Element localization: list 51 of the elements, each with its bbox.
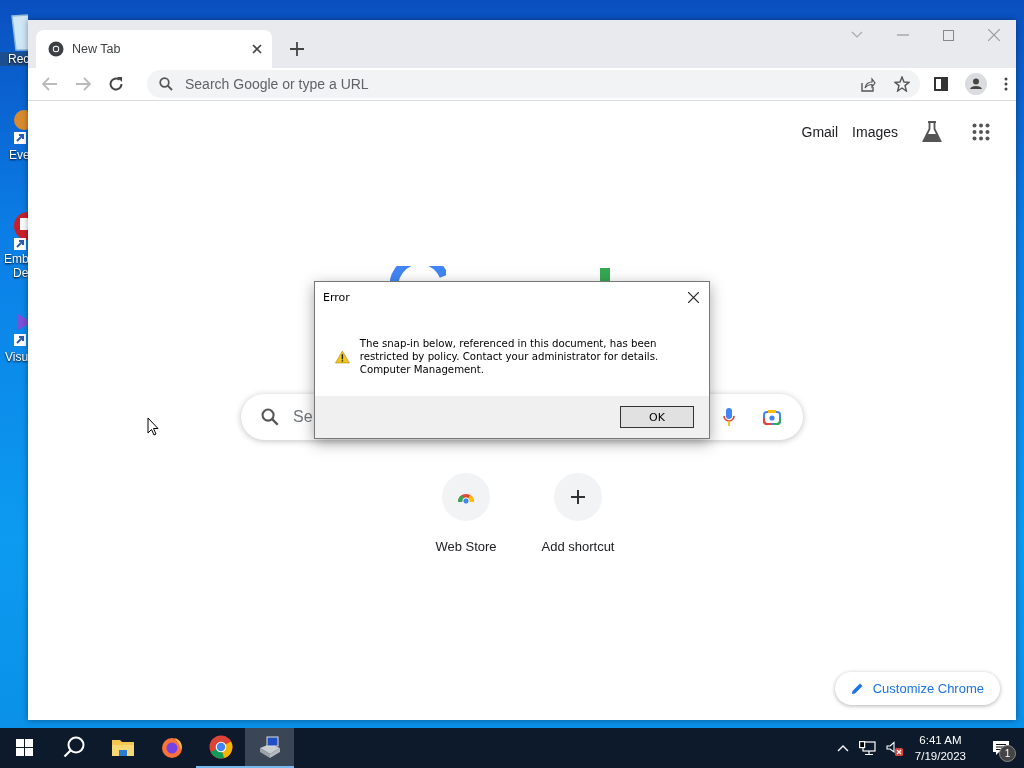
icon-label: Emb <box>3 252 29 266</box>
shortcut-label: Web Store <box>435 539 497 554</box>
pencil-icon <box>850 682 864 695</box>
new-tab-icon[interactable] <box>290 42 304 56</box>
reload-icon[interactable] <box>108 76 124 92</box>
side-panel-icon[interactable] <box>934 77 948 91</box>
error-message: The snap-in below, referenced in this document, has been restricted by policy. Contact your administrator for details. Computer Management. <box>359 337 660 376</box>
share-icon[interactable] <box>860 76 876 92</box>
mouse-cursor-icon <box>147 417 159 436</box>
shortcut-label: Add shortcut <box>541 539 615 554</box>
profile-icon[interactable] <box>965 73 987 95</box>
logo-arc <box>390 266 446 282</box>
folder-icon[interactable] <box>111 738 134 756</box>
search-placeholder: Se <box>293 408 313 426</box>
network-icon[interactable] <box>858 740 876 756</box>
chrome-icon <box>48 41 64 57</box>
logo-bar <box>600 268 610 282</box>
dialog-title: Error <box>323 290 350 304</box>
plus-icon <box>571 490 585 504</box>
customize-chrome-button[interactable]: Customize Chrome <box>834 672 1000 705</box>
search-icon <box>261 408 279 426</box>
shortcut-tile[interactable] <box>442 473 490 521</box>
firefox-icon[interactable] <box>160 736 183 758</box>
address-placeholder: Search Google or type a URL <box>185 76 369 92</box>
clock-date: 7/19/2023 <box>914 749 966 764</box>
search-icon[interactable] <box>62 736 85 758</box>
chevron-up-icon[interactable] <box>836 744 849 752</box>
address-bar[interactable]: Search Google or type a URL <box>147 70 920 98</box>
menu-icon[interactable] <box>1004 77 1008 91</box>
chrome-icon[interactable] <box>208 735 233 759</box>
microphone-icon[interactable] <box>723 407 735 427</box>
header-link[interactable]: Images <box>852 123 898 140</box>
flask-icon[interactable] <box>922 120 942 143</box>
notification-count: 1 <box>999 745 1016 762</box>
icon-label: De <box>12 266 29 280</box>
shortcut-tile[interactable] <box>554 473 602 521</box>
icon-label: Visu <box>4 350 29 364</box>
apps-grid-icon[interactable] <box>972 122 990 141</box>
header-link[interactable]: Gmail <box>801 123 839 140</box>
camera-icon[interactable] <box>763 409 781 425</box>
browser-tab[interactable]: New Tab <box>36 30 272 68</box>
close-icon[interactable] <box>252 44 262 54</box>
management-console-icon[interactable] <box>257 736 282 758</box>
star-icon[interactable] <box>894 76 910 92</box>
start-icon[interactable] <box>16 738 33 756</box>
search-icon <box>159 77 173 91</box>
clock-time: 6:41 AM <box>919 733 962 748</box>
maximize-icon[interactable] <box>943 29 954 41</box>
ok-button[interactable]: OK <box>620 406 694 428</box>
close-icon[interactable] <box>688 291 699 303</box>
volume-muted-icon[interactable] <box>885 740 903 756</box>
